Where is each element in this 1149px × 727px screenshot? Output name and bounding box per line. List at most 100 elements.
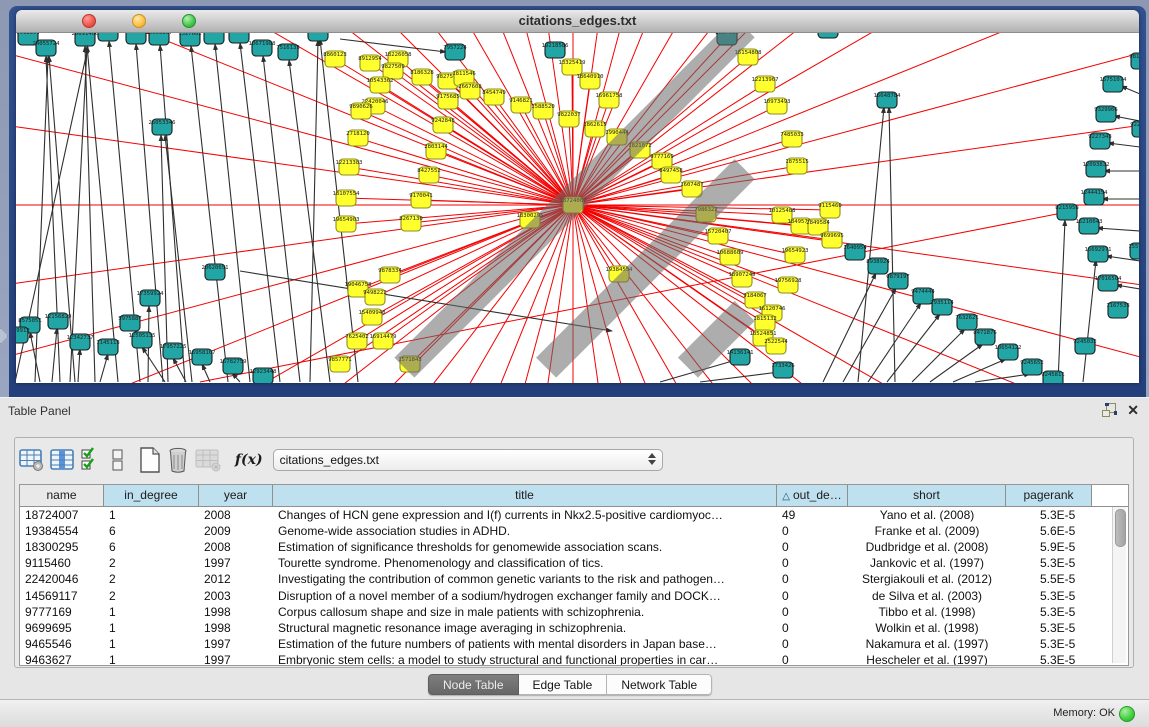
table-scrollbar-thumb[interactable]: [1115, 509, 1126, 547]
column-header-short[interactable]: short: [848, 485, 1006, 506]
table-cell[interactable]: 5.3E-5: [1006, 637, 1092, 651]
table-cell[interactable]: 6: [104, 540, 199, 554]
table-cell[interactable]: 49: [777, 508, 848, 522]
table-cell[interactable]: Estimation of significance thresholds fo…: [273, 540, 777, 554]
column-header-pagerank[interactable]: pagerank: [1006, 485, 1092, 506]
table-cell[interactable]: Nakamura et al. (1997): [848, 637, 1006, 651]
network-canvas[interactable]: 9618304240557242069140618653362198613101…: [16, 33, 1139, 383]
table-cell[interactable]: Corpus callosum shape and size in male p…: [273, 605, 777, 619]
table-cell[interactable]: Tibbo et al. (1998): [848, 605, 1006, 619]
table-cell[interactable]: 0: [777, 589, 848, 603]
table-cell[interactable]: 0: [777, 556, 848, 570]
table-cell[interactable]: Disruption of a novel member of a sodium…: [273, 589, 777, 603]
table-cell[interactable]: 2008: [199, 508, 273, 522]
table-cell[interactable]: 1: [104, 605, 199, 619]
table-cell[interactable]: 6: [104, 524, 199, 538]
table-cell[interactable]: Wolkin et al. (1998): [848, 621, 1006, 635]
tab-edge-table[interactable]: Edge Table: [519, 674, 608, 695]
table-cell[interactable]: 2012: [199, 572, 273, 586]
table-cell[interactable]: Changes of HCN gene expression and I(f) …: [273, 508, 777, 522]
table-cell[interactable]: Dudbridge et al. (2008): [848, 540, 1006, 554]
table-row[interactable]: 977716911998Corpus callosum shape and si…: [20, 604, 1128, 620]
new-file-icon[interactable]: [139, 446, 161, 474]
table-cell[interactable]: 0: [777, 524, 848, 538]
table-cell[interactable]: 1: [104, 653, 199, 666]
table-cell[interactable]: 2: [104, 556, 199, 570]
table-cell[interactable]: Yano et al. (2008): [848, 508, 1006, 522]
network-window-titlebar[interactable]: citations_edges.txt: [16, 10, 1139, 33]
table-cell[interactable]: 1: [104, 637, 199, 651]
float-panel-icon[interactable]: [1102, 403, 1117, 417]
close-panel-icon[interactable]: ✕: [1127, 403, 1139, 417]
row-height-icon[interactable]: [112, 446, 123, 474]
table-scrollbar[interactable]: [1112, 507, 1126, 663]
table-row[interactable]: 1456911722003Disruption of a novel membe…: [20, 587, 1128, 603]
table-cell[interactable]: Stergiakouli et al. (2012): [848, 572, 1006, 586]
table-cell[interactable]: 19384554: [20, 524, 104, 538]
column-header-in_degree[interactable]: in_degree: [104, 485, 199, 506]
table-cell[interactable]: de Silva et al. (2003): [848, 589, 1006, 603]
table-cell[interactable]: 2: [104, 589, 199, 603]
column-header-name[interactable]: name: [20, 485, 104, 506]
tab-node-table[interactable]: Node Table: [428, 674, 519, 695]
column-header-out_de[interactable]: △out_de…: [777, 485, 848, 506]
table-cell[interactable]: 2003: [199, 589, 273, 603]
table-row[interactable]: 1938455462009Genome-wide association stu…: [20, 523, 1128, 539]
table-row[interactable]: 911546021997Tourette syndrome. Phenomeno…: [20, 555, 1128, 571]
table-cell[interactable]: 0: [777, 653, 848, 666]
table-cell[interactable]: 1997: [199, 637, 273, 651]
table-cell[interactable]: Estimation of the future numbers of pati…: [273, 637, 777, 651]
table-cell[interactable]: 5.9E-5: [1006, 540, 1092, 554]
table-cell[interactable]: 0: [777, 621, 848, 635]
column-header-year[interactable]: year: [199, 485, 273, 506]
table-cell[interactable]: 1: [104, 508, 199, 522]
table-cell[interactable]: 1998: [199, 621, 273, 635]
table-cell[interactable]: Investigating the contribution of common…: [273, 572, 777, 586]
table-cell[interactable]: 5.6E-5: [1006, 524, 1092, 538]
table-cell[interactable]: 18724007: [20, 508, 104, 522]
table-cell[interactable]: 18300295: [20, 540, 104, 554]
table-cell[interactable]: 9463627: [20, 653, 104, 666]
table-cell[interactable]: Jankovic et al. (1997): [848, 556, 1006, 570]
table-cell[interactable]: 1: [104, 621, 199, 635]
table-cell[interactable]: 5.3E-5: [1006, 508, 1092, 522]
tab-network-table[interactable]: Network Table: [607, 674, 712, 695]
function-builder-icon[interactable]: f(x): [235, 452, 263, 468]
table-cell[interactable]: 5.3E-5: [1006, 605, 1092, 619]
table-cell[interactable]: 1997: [199, 653, 273, 666]
table-cell[interactable]: 0: [777, 572, 848, 586]
resize-grip-icon[interactable]: [16, 33, 1139, 383]
table-cell[interactable]: Embryonic stem cells: a model to study s…: [273, 653, 777, 666]
table-cell[interactable]: 5.3E-5: [1006, 589, 1092, 603]
table-cell[interactable]: 9777169: [20, 605, 104, 619]
column-header-title[interactable]: title: [273, 485, 777, 506]
table-cell[interactable]: 2009: [199, 524, 273, 538]
table-cell[interactable]: 14569117: [20, 589, 104, 603]
table-cell[interactable]: 9115460: [20, 556, 104, 570]
table-cell[interactable]: Structural magnetic resonance image aver…: [273, 621, 777, 635]
table-cell[interactable]: 0: [777, 637, 848, 651]
table-cell[interactable]: 5.3E-5: [1006, 556, 1092, 570]
table-cell[interactable]: 1997: [199, 556, 273, 570]
table-row[interactable]: 969969511998Structural magnetic resonanc…: [20, 620, 1128, 636]
table-cell[interactable]: 22420046: [20, 572, 104, 586]
table-row[interactable]: 1872400712008Changes of HCN gene express…: [20, 507, 1128, 523]
table-row[interactable]: 1830029562008Estimation of significance …: [20, 539, 1128, 555]
table-cell[interactable]: 5.3E-5: [1006, 621, 1092, 635]
table-cell[interactable]: 9465546: [20, 637, 104, 651]
select-checkboxes-icon[interactable]: [81, 446, 98, 474]
panel-collapse-handle[interactable]: [0, 328, 8, 344]
table-cell[interactable]: Genome-wide association studies in ADHD.: [273, 524, 777, 538]
delete-icon[interactable]: [167, 446, 189, 474]
table-row[interactable]: 946362711997Embryonic stem cells: a mode…: [20, 652, 1128, 666]
table-cell[interactable]: 9699695: [20, 621, 104, 635]
table-cell[interactable]: 0: [777, 540, 848, 554]
table-selector-dropdown[interactable]: citations_edges.txt: [273, 449, 663, 471]
table-cell[interactable]: Tourette syndrome. Phenomenology and cla…: [273, 556, 777, 570]
table-cell[interactable]: Franke et al. (2009): [848, 524, 1006, 538]
table-settings-icon[interactable]: [19, 446, 44, 474]
table-cell[interactable]: 2: [104, 572, 199, 586]
network-window[interactable]: citations_edges.txt 96183042405572420691…: [9, 6, 1146, 397]
table-row[interactable]: 946554611997Estimation of the future num…: [20, 636, 1128, 652]
table-cell[interactable]: 5.3E-5: [1006, 653, 1092, 666]
